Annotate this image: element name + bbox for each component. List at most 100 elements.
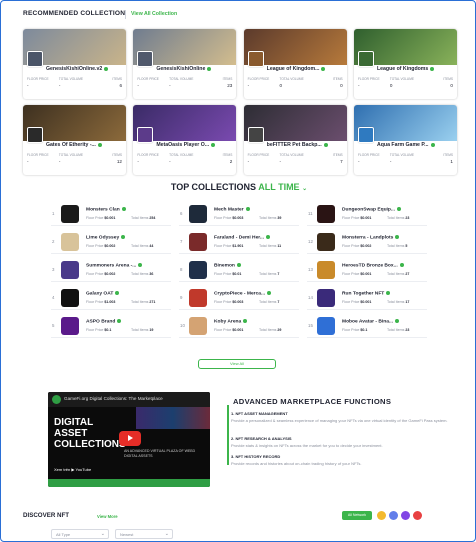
collection-image bbox=[317, 317, 335, 335]
rank-number: 1 bbox=[52, 211, 55, 216]
rank-number: 10 bbox=[180, 323, 185, 328]
floor-price: Floor Price $0.001 bbox=[86, 216, 116, 220]
total-volume: TOTAL VOLUME - bbox=[169, 153, 194, 164]
total-items: Total Items 39 bbox=[259, 216, 282, 220]
rank-number: 11 bbox=[308, 211, 313, 216]
collection-name: GenesisKishiOnline.v2 bbox=[46, 66, 121, 72]
verified-icon bbox=[395, 319, 399, 323]
top-collection-item[interactable]: 9 CryptoPiece - Merca... Floor Price $0.00… bbox=[179, 288, 299, 310]
collection-image bbox=[61, 317, 79, 335]
top-collection-item[interactable]: 5 ASPO Brand Floor Price $0.1 Total Items 1… bbox=[51, 316, 171, 338]
top-collections-grid: 1 Monsters Clan Floor Price $0.001 Total It… bbox=[51, 204, 427, 338]
collection-stats: FLOOR PRICE - TOTAL VOLUME 0 ITEMS 0 bbox=[358, 77, 453, 88]
collection-card[interactable]: Aqua Farm Game P... FLOOR PRICE - TOTAL VOL… bbox=[353, 105, 457, 175]
video-header: GameFi.org Digital Collections: The Mark… bbox=[48, 392, 210, 407]
sort-select[interactable]: Newest ⌄ bbox=[115, 529, 173, 539]
verified-icon bbox=[266, 235, 271, 239]
rank-number: 3 bbox=[52, 267, 55, 272]
rank-number: 7 bbox=[180, 239, 183, 244]
rank-number: 13 bbox=[308, 267, 313, 272]
collection-name: Summoners Arena -... bbox=[86, 263, 166, 268]
top-collection-item[interactable]: 15 Moboe Avatar - Bina... Floor Price $0.1… bbox=[307, 316, 427, 338]
floor-price: Floor Price $0.001 bbox=[214, 328, 244, 332]
top-collection-item[interactable]: 13 HeroesTD Bronze Box... Floor Price $0.0… bbox=[307, 260, 427, 282]
polygon-chain-icon[interactable] bbox=[401, 511, 410, 520]
feature-heading: 2. NFT RESEARCH & ANALYSIS bbox=[231, 436, 292, 441]
total-volume: TOTAL VOLUME - bbox=[58, 153, 84, 164]
top-collection-item[interactable]: 3 Summoners Arena -... Floor Price $0.002 T… bbox=[51, 260, 171, 282]
watch-on-youtube-link[interactable]: Xem trên ▶ YouTube bbox=[54, 467, 91, 472]
top-collection-item[interactable]: 1 Monsters Clan Floor Price $0.001 Total It… bbox=[51, 204, 171, 226]
floor-price: FLOOR PRICE - bbox=[27, 77, 49, 88]
top-collection-item[interactable]: 10 Koby Arena Floor Price $0.001 Total Item… bbox=[179, 316, 299, 338]
items-count: ITEMS 0 bbox=[443, 77, 453, 88]
top-collection-item[interactable]: 14 Run Together NFT Floor Price $0.001 Tota… bbox=[307, 288, 427, 310]
verified-icon bbox=[121, 235, 126, 239]
feature-heading: 3. NFT HISTORY RECORD bbox=[231, 454, 281, 459]
collection-name: League of Kingdoms bbox=[377, 66, 452, 72]
top-collection-item[interactable]: 7 Faraland - Demi Her... Floor Price $1.90… bbox=[179, 232, 299, 254]
total-items: Total Items 19 bbox=[131, 328, 154, 332]
collection-image bbox=[189, 233, 207, 251]
top-collection-item[interactable]: 4 Galaxy OAT Floor Price $1.003 Total Items… bbox=[51, 288, 171, 310]
top-collections-title: TOP COLLECTIONS ALL TIME ⌄ bbox=[1, 182, 475, 192]
feature-history: 3. NFT HISTORY RECORD Provide records an… bbox=[231, 454, 461, 466]
bsc-chain-icon[interactable] bbox=[377, 511, 386, 520]
floor-price: FLOOR PRICE - bbox=[357, 153, 380, 164]
view-all-button[interactable]: View All bbox=[198, 359, 276, 369]
feature-desc: Provide a personalized & seamless experi… bbox=[231, 418, 448, 423]
collection-stats: FLOOR PRICE - TOTAL VOLUME 0 ITEMS 0 bbox=[248, 77, 343, 88]
collection-name: GenesisKishiOnline bbox=[156, 66, 231, 72]
verified-icon bbox=[243, 319, 248, 323]
floor-price: FLOOR PRICE - bbox=[137, 77, 159, 88]
collection-name: HeroesTD Bronze Box... bbox=[342, 263, 422, 268]
items-count: ITEMS 12 bbox=[112, 153, 122, 164]
top-collection-item[interactable]: 2 Lime Odyssey Floor Price $0.002 Total Ite… bbox=[51, 232, 171, 254]
items-count: ITEMS 1 bbox=[443, 153, 453, 164]
collection-card[interactable]: beFITTER Pet Backp... FLOOR PRICE - TOTAL V… bbox=[243, 105, 347, 175]
collection-name: Monsters Clan bbox=[86, 207, 166, 212]
rank-number: 4 bbox=[52, 295, 55, 300]
total-items: Total Items 23 bbox=[387, 216, 410, 220]
collection-card[interactable]: League of Kingdom... FLOOR PRICE - TOTAL VO… bbox=[243, 29, 347, 99]
collection-card[interactable]: MetaOasis Player O... FLOOR PRICE - TOTAL V… bbox=[133, 105, 237, 175]
verified-icon bbox=[115, 291, 120, 295]
chevron-down-icon: ⌄ bbox=[302, 186, 308, 192]
collection-thumbnail bbox=[357, 51, 374, 67]
verified-icon bbox=[121, 207, 126, 211]
collection-stats: FLOOR PRICE - TOTAL VOLUME - ITEMS 1 bbox=[358, 153, 453, 164]
collection-card[interactable]: GenesisKishiOnline FLOOR PRICE - TOTAL VOLU… bbox=[133, 29, 237, 99]
play-button-icon[interactable] bbox=[119, 431, 141, 446]
type-select[interactable]: All Type ⌄ bbox=[51, 529, 109, 539]
total-items: Total Items 29 bbox=[259, 328, 282, 332]
all-network-button[interactable]: All Network bbox=[342, 511, 372, 520]
top-collection-item[interactable]: 11 DungeonSwap Equip... Floor Price $0.001… bbox=[307, 204, 427, 226]
collection-card[interactable]: Gates Of Etherity -... FLOOR PRICE - TOTAL … bbox=[23, 105, 126, 175]
floor-price: Floor Price $0.001 bbox=[342, 300, 372, 304]
collection-name: League of Kingdom... bbox=[267, 66, 342, 72]
total-volume: TOTAL VOLUME 0 bbox=[389, 77, 415, 88]
top-collection-item[interactable]: 6 Mech Master Floor Price $0.003 Total Item… bbox=[179, 204, 299, 226]
top-collection-item[interactable]: 8 Binemon Floor Price $0.01 Total Items 7 bbox=[179, 260, 299, 282]
collection-thumbnail bbox=[27, 127, 43, 143]
collection-card[interactable]: League of Kingdoms FLOOR PRICE - TOTAL VOLU… bbox=[353, 29, 457, 99]
total-items: Total Items 271 bbox=[131, 300, 156, 304]
chevron-down-icon: ⌄ bbox=[164, 531, 169, 537]
collection-card[interactable]: GenesisKishiOnline.v2 FLOOR PRICE - TOTAL V… bbox=[23, 29, 126, 99]
time-range-select[interactable]: ALL TIME ⌄ bbox=[258, 182, 307, 192]
total-items: Total Items 27 bbox=[387, 272, 410, 276]
view-all-collection-link[interactable]: View All Collection bbox=[131, 11, 177, 17]
collection-name: Binemon bbox=[214, 263, 294, 268]
items-count: ITEMS 0 bbox=[332, 77, 343, 88]
verified-icon bbox=[138, 263, 143, 267]
promo-video[interactable]: GameFi.org Digital Collections: The Mark… bbox=[48, 392, 210, 487]
avalanche-chain-icon[interactable] bbox=[413, 511, 422, 520]
collection-stats: FLOOR PRICE - TOTAL VOLUME - ITEMS 2 bbox=[137, 153, 232, 164]
collection-name: Run Together NFT bbox=[342, 291, 422, 296]
ethereum-chain-icon[interactable] bbox=[389, 511, 398, 520]
top-collection-item[interactable]: 12 Monsterra - Landplots Floor Price $0.00… bbox=[307, 232, 427, 254]
discover-nft-title: DISCOVER NFT bbox=[23, 512, 70, 519]
feature-heading: 1. NFT ASSET MANAGEMENT bbox=[231, 411, 288, 416]
recommended-row-2: Gates Of Etherity -... FLOOR PRICE - TOTAL … bbox=[23, 105, 457, 175]
view-more-link[interactable]: View More bbox=[97, 514, 118, 519]
